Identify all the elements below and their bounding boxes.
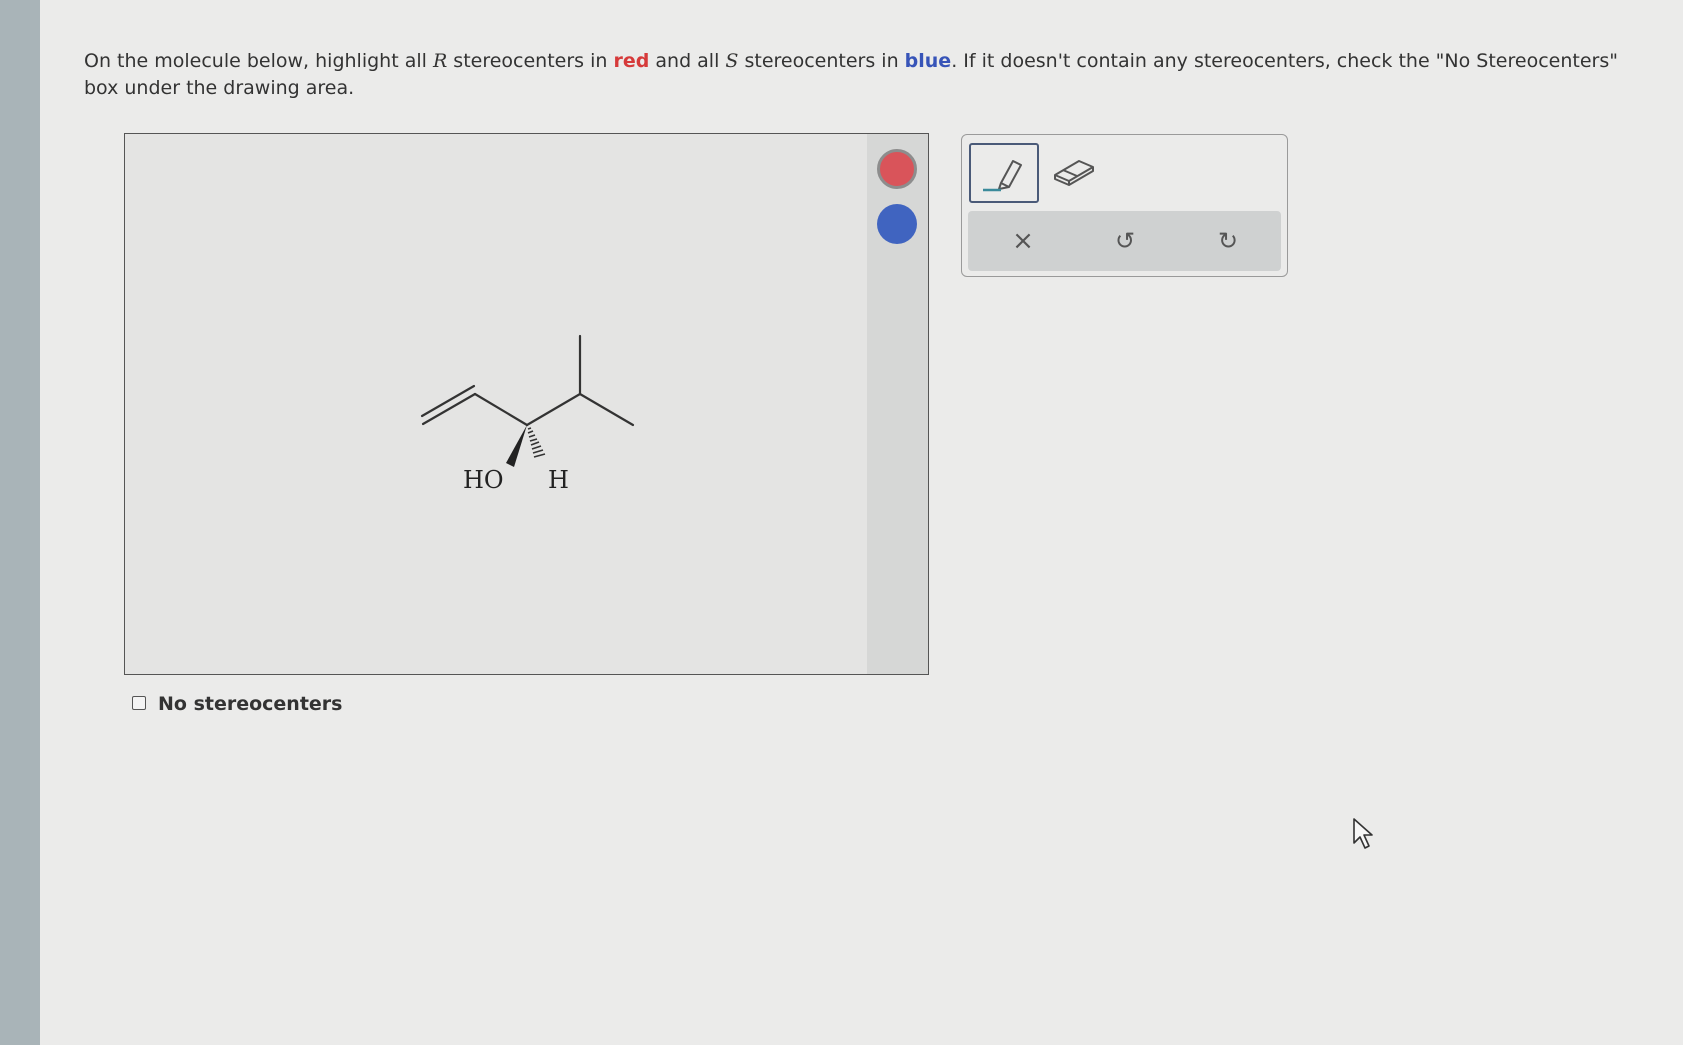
tool-panel: × ↺ ↻ — [961, 134, 1288, 277]
screen-edge — [0, 0, 40, 1045]
r-variable: R — [432, 50, 448, 72]
no-stereocenters-label[interactable]: No stereocenters — [158, 693, 342, 715]
hash-bond-h[interactable] — [527, 427, 546, 458]
blue-color-swatch[interactable] — [877, 204, 917, 244]
double-bond-outer[interactable] — [421, 392, 477, 426]
redo-button[interactable]: ↻ — [1178, 211, 1278, 271]
label-ho[interactable]: HO — [463, 466, 504, 494]
undo-button[interactable]: ↺ — [1075, 211, 1175, 271]
red-word: red — [613, 50, 650, 72]
red-color-swatch[interactable] — [877, 149, 917, 189]
bond-vinyl-stereocenter[interactable] — [473, 392, 529, 427]
bond-stereocenter-isopropyl[interactable] — [525, 392, 582, 427]
color-palette — [867, 133, 929, 675]
drawing-area[interactable]: HO H — [124, 133, 868, 675]
wedge-bond-oh[interactable] — [506, 425, 527, 467]
label-h[interactable]: H — [548, 466, 569, 494]
clear-button[interactable]: × — [973, 211, 1073, 271]
highlighter-icon — [983, 160, 1022, 192]
bond-methyl-right[interactable] — [578, 392, 635, 427]
highlighter-tool-button[interactable] — [969, 143, 1039, 203]
molecule-structure: HO H — [420, 334, 635, 494]
eraser-tool-button[interactable] — [1049, 143, 1119, 203]
double-bond-inner[interactable] — [420, 384, 476, 418]
blue-word: blue — [904, 50, 952, 72]
action-bar: × ↺ ↻ — [968, 211, 1281, 271]
mouse-cursor-icon — [1353, 818, 1373, 849]
eraser-icon — [1054, 160, 1094, 186]
no-stereocenters-checkbox[interactable] — [132, 696, 146, 710]
question-prompt: On the molecule below, highlight all R s… — [84, 50, 1618, 99]
s-variable: S — [725, 50, 739, 72]
